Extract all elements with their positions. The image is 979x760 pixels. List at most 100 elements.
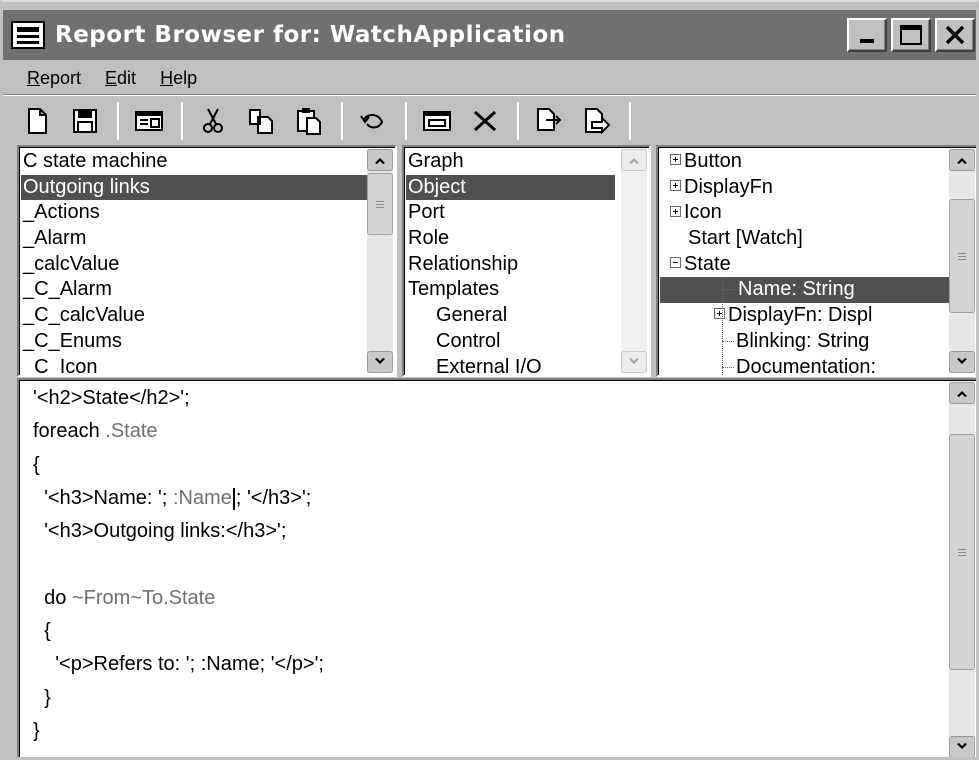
list-item[interactable]: _calcValue: [21, 252, 367, 278]
list-item[interactable]: _C_Icon: [21, 355, 367, 376]
scroll-down-button[interactable]: [949, 736, 975, 757]
types-scrollbar[interactable]: [621, 149, 647, 373]
close-icon: [945, 25, 965, 45]
tree-item[interactable]: State: [660, 252, 949, 278]
undo-icon: [360, 114, 384, 129]
copy-button[interactable]: [241, 101, 281, 141]
tree-item[interactable]: Documentation:: [660, 355, 949, 375]
list-item[interactable]: General: [406, 303, 615, 329]
list-item[interactable]: _Actions: [21, 200, 367, 226]
collapse-icon[interactable]: [670, 256, 681, 268]
scroll-down-button[interactable]: [367, 351, 393, 373]
code-line: '<h3>Outgoing links:</h3>';: [33, 520, 287, 543]
object-tree[interactable]: Button DisplayFn Icon Start [Watch] Stat…: [660, 149, 949, 375]
toolbar-separator: [405, 102, 407, 140]
export-button[interactable]: [577, 101, 617, 141]
title-bar[interactable]: Report Browser for: WatchApplication: [3, 10, 976, 60]
minimize-icon: [860, 39, 874, 43]
list-item[interactable]: C state machine: [21, 149, 367, 175]
expand-icon[interactable]: [670, 205, 681, 217]
scroll-thumb[interactable]: [367, 173, 393, 235]
menu-help[interactable]: Help: [160, 68, 197, 89]
object-tree-pane: Button DisplayFn Icon Start [Watch] Stat…: [656, 145, 976, 377]
code-line: ​: [33, 548, 951, 581]
toolbar-separator: [341, 102, 343, 140]
tree-item[interactable]: Icon: [660, 200, 949, 226]
window-title: Report Browser for: WatchApplication: [55, 22, 566, 48]
list-item[interactable]: Relationship: [406, 252, 615, 278]
menu-edit[interactable]: Edit: [105, 68, 136, 89]
toolbar-separator: [517, 102, 519, 140]
tree-item[interactable]: Button: [660, 149, 949, 175]
code-line: foreach .State: [33, 420, 158, 443]
scroll-up-button[interactable]: [949, 382, 975, 404]
tree-item-selected[interactable]: Name: String: [660, 277, 949, 304]
expand-icon[interactable]: [670, 179, 681, 191]
scroll-down-button[interactable]: [621, 351, 647, 373]
scroll-down-button[interactable]: [949, 351, 975, 373]
delete-icon: [473, 110, 497, 132]
scroll-up-button[interactable]: [949, 149, 975, 171]
menu-bar: Report Edit Help: [3, 62, 976, 94]
copy-icon: [249, 109, 273, 134]
expand-icon[interactable]: [670, 154, 681, 166]
editor-scrollbar[interactable]: [949, 382, 975, 757]
menu-divider: [3, 94, 976, 96]
scroll-thumb[interactable]: [949, 199, 975, 313]
list-item[interactable]: _C_calcValue: [21, 303, 367, 329]
reports-list[interactable]: C state machine Outgoing links _Actions …: [21, 149, 367, 375]
scroll-up-button[interactable]: [621, 149, 647, 171]
minimize-button[interactable]: [847, 18, 887, 52]
menu-report[interactable]: Report: [27, 68, 81, 89]
tree-item[interactable]: Blinking: String: [660, 329, 949, 355]
list-item[interactable]: External I/O: [406, 355, 615, 376]
app-icon: [11, 21, 45, 49]
list-item[interactable]: _C_Alarm: [21, 277, 367, 303]
close-button[interactable]: [935, 18, 975, 52]
new-button[interactable]: [17, 101, 57, 141]
code-line: '<p>Refers to: '; :Name; '</p>';: [33, 653, 324, 676]
tree-item[interactable]: DisplayFn: [660, 175, 949, 201]
list-item[interactable]: Graph: [406, 149, 615, 175]
tree-item[interactable]: DisplayFn: Displ: [660, 303, 949, 329]
code-line: }: [33, 686, 51, 709]
cut-button[interactable]: [193, 101, 233, 141]
code-line: {: [33, 620, 51, 643]
list-item[interactable]: Control: [406, 329, 615, 355]
delete-button[interactable]: [465, 101, 505, 141]
list-item-selected[interactable]: Object: [406, 174, 615, 201]
scroll-up-button[interactable]: [367, 149, 393, 171]
paste-button[interactable]: [289, 101, 329, 141]
code-line: {: [33, 453, 40, 476]
chevron-up-icon: [629, 158, 639, 164]
list-item[interactable]: Templates: [406, 277, 615, 303]
import-button[interactable]: [529, 101, 569, 141]
code-editor[interactable]: '<h2>State</h2>'; foreach .State { '<h3>Na…: [21, 382, 951, 757]
properties-icon: [135, 111, 163, 131]
undo-button[interactable]: [353, 101, 393, 141]
reports-list-pane: C state machine Outgoing links _Actions …: [17, 145, 397, 377]
save-icon: [73, 109, 97, 133]
reports-scrollbar[interactable]: [367, 149, 393, 373]
chevron-up-icon: [375, 158, 385, 164]
run-report-button[interactable]: [417, 101, 457, 141]
scroll-thumb[interactable]: [949, 434, 975, 670]
list-item-selected[interactable]: Outgoing links: [21, 174, 367, 201]
chevron-down-icon: [957, 358, 967, 364]
save-button[interactable]: [65, 101, 105, 141]
list-item[interactable]: _C_Enums: [21, 329, 367, 355]
tree-scrollbar[interactable]: [949, 149, 975, 373]
tree-item[interactable]: Start [Watch]: [660, 226, 949, 252]
chevron-up-icon: [957, 158, 967, 164]
text-cursor: [232, 487, 235, 510]
code-line: '<h3>Name: '; :Name; '</h3>';: [33, 486, 312, 510]
list-item[interactable]: Role: [406, 226, 615, 252]
expand-icon[interactable]: [714, 308, 725, 320]
maximize-button[interactable]: [891, 18, 931, 52]
types-list[interactable]: Graph Object Port Role Relationship Temp…: [406, 149, 615, 375]
properties-button[interactable]: [129, 101, 169, 141]
toolbar-separator: [629, 102, 631, 140]
list-item[interactable]: _Alarm: [21, 226, 367, 252]
list-item[interactable]: Port: [406, 200, 615, 226]
chevron-down-icon: [957, 743, 967, 749]
